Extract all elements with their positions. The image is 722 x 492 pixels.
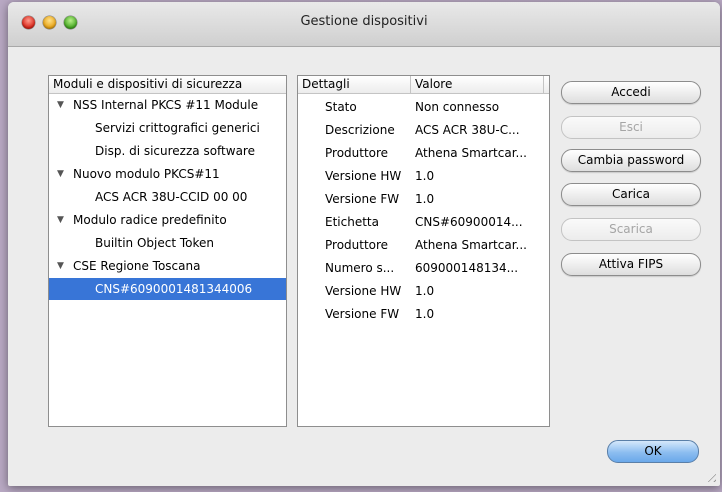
detail-value: 1.0 xyxy=(415,192,435,206)
detail-key: Stato xyxy=(325,100,357,114)
detail-key: Numero s... xyxy=(325,261,395,275)
cambia-password-button[interactable]: Cambia password xyxy=(561,149,701,172)
detail-value: Athena Smartcar... xyxy=(415,146,527,160)
tree-item-label: CSE Regione Toscana xyxy=(73,259,201,273)
tree-token-item[interactable]: ACS ACR 38U-CCID 00 00 xyxy=(49,186,286,208)
tree-item-label: Modulo radice predefinito xyxy=(73,213,227,227)
title-bar[interactable]: Gestione dispositivi xyxy=(8,2,720,47)
detail-value: Non connesso xyxy=(415,100,500,114)
window-title: Gestione dispositivi xyxy=(300,14,428,29)
tree-item-label: Disp. di sicurezza software xyxy=(95,144,255,158)
tree-token-item[interactable]: Servizi crittografici generici xyxy=(49,117,286,139)
detail-key: Produttore xyxy=(325,146,389,160)
tree-token-item[interactable]: CNS#6090001481344006 xyxy=(49,278,286,300)
col-header-dettagli[interactable]: Dettagli xyxy=(298,76,350,93)
detail-key: Etichetta xyxy=(325,215,379,229)
table-row[interactable]: Numero s... 609000148134... xyxy=(298,257,549,279)
tree-item-label: CNS#6090001481344006 xyxy=(95,282,253,296)
detail-value: 1.0 xyxy=(415,307,435,321)
ok-button[interactable]: OK xyxy=(607,440,699,463)
tree-item-label: NSS Internal PKCS #11 Module xyxy=(73,98,259,112)
table-row[interactable]: Versione FW 1.0 xyxy=(298,303,549,325)
tree-module-item[interactable]: ▼ CSE Regione Toscana xyxy=(49,255,286,277)
detail-value: ACS ACR 38U-C... xyxy=(415,123,520,137)
disclosure-triangle-icon[interactable]: ▼ xyxy=(57,94,64,116)
tree-module-item[interactable]: ▼ Nuovo modulo PKCS#11 xyxy=(49,163,286,185)
table-row[interactable]: Versione HW 1.0 xyxy=(298,280,549,302)
detail-value: 609000148134... xyxy=(415,261,519,275)
table-row[interactable]: Descrizione ACS ACR 38U-C... xyxy=(298,119,549,141)
column-divider xyxy=(543,76,544,93)
table-row[interactable]: Produttore Athena Smartcar... xyxy=(298,234,549,256)
table-row[interactable]: Stato Non connesso xyxy=(298,96,549,118)
tree-item-label: Servizi crittografici generici xyxy=(95,121,260,135)
tree-header[interactable]: Moduli e dispositivi di sicurezza xyxy=(49,76,286,94)
security-modules-tree[interactable]: Moduli e dispositivi di sicurezza ▼ NSS I… xyxy=(48,75,287,427)
tree-item-label: Builtin Object Token xyxy=(95,236,215,250)
tree-header-label: Moduli e dispositivi di sicurezza xyxy=(53,77,243,91)
esci-button[interactable]: Esci xyxy=(561,116,701,139)
detail-value: CNS#60900014... xyxy=(415,215,523,229)
details-table[interactable]: Dettagli Valore Stato Non connesso Descriz… xyxy=(297,75,550,427)
tree-token-item[interactable]: Disp. di sicurezza software xyxy=(49,140,286,162)
disclosure-triangle-icon[interactable]: ▼ xyxy=(57,255,64,277)
attiva-fips-button[interactable]: Attiva FIPS xyxy=(561,253,701,276)
table-row[interactable]: Produttore Athena Smartcar... xyxy=(298,142,549,164)
detail-key: Versione HW xyxy=(325,169,402,183)
carica-button[interactable]: Carica xyxy=(561,183,701,206)
col-header-valore[interactable]: Valore xyxy=(411,76,452,93)
table-row[interactable]: Versione FW 1.0 xyxy=(298,188,549,210)
detail-key: Produttore xyxy=(325,238,389,252)
detail-value: 1.0 xyxy=(415,284,435,298)
device-manager-window: Gestione dispositivi Moduli e dispositiv… xyxy=(8,2,720,486)
tree-item-label: ACS ACR 38U-CCID 00 00 xyxy=(95,190,248,204)
table-row[interactable]: Etichetta CNS#60900014... xyxy=(298,211,549,233)
detail-key: Descrizione xyxy=(325,123,395,137)
detail-key: Versione FW xyxy=(325,192,400,206)
accedi-button[interactable]: Accedi xyxy=(561,81,701,104)
disclosure-triangle-icon[interactable]: ▼ xyxy=(57,163,64,185)
tree-module-item[interactable]: ▼ NSS Internal PKCS #11 Module xyxy=(49,94,286,116)
detail-value: Athena Smartcar... xyxy=(415,238,527,252)
tree-token-item[interactable]: Builtin Object Token xyxy=(49,232,286,254)
table-row[interactable]: Versione HW 1.0 xyxy=(298,165,549,187)
tree-item-label: Nuovo modulo PKCS#11 xyxy=(73,167,220,181)
details-header: Dettagli Valore xyxy=(298,76,549,94)
detail-value: 1.0 xyxy=(415,169,435,183)
scarica-button[interactable]: Scarica xyxy=(561,218,701,241)
detail-key: Versione HW xyxy=(325,284,402,298)
resize-grip-icon[interactable] xyxy=(704,470,716,482)
detail-key: Versione FW xyxy=(325,307,400,321)
disclosure-triangle-icon[interactable]: ▼ xyxy=(57,209,64,231)
tree-module-item[interactable]: ▼ Modulo radice predefinito xyxy=(49,209,286,231)
